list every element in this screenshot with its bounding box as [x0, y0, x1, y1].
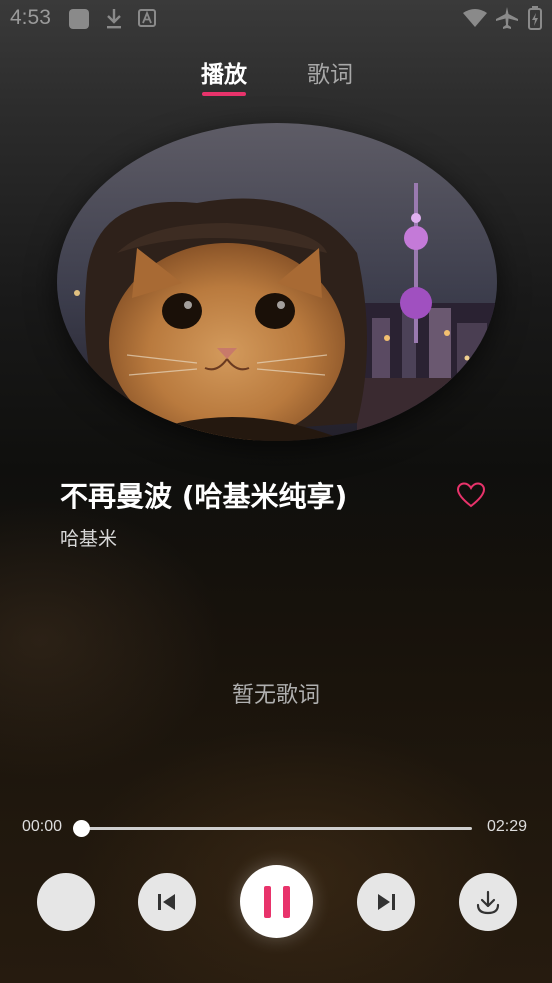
battery-icon: [528, 6, 542, 30]
song-title: 不再曼波 (哈基米纯享): [60, 480, 348, 513]
font-icon: [138, 9, 156, 27]
skip-next-icon: [378, 894, 395, 910]
total-time: 02:29: [487, 818, 528, 835]
pause-icon: [263, 885, 290, 918]
download-icon: [107, 9, 121, 29]
current-time: 00:00: [22, 818, 63, 835]
tab-lyrics[interactable]: 歌词: [307, 55, 353, 89]
player-screen: 4:53 播放 歌词 不再曼波 (哈基米纯享) 哈基米 暂无歌词 00:00 0…: [0, 0, 552, 983]
pause-button[interactable]: [240, 865, 313, 938]
play-mode-button[interactable]: [37, 873, 95, 931]
artist-name[interactable]: 哈基米: [60, 524, 117, 551]
airplane-icon: [496, 7, 518, 29]
progress-bar[interactable]: [81, 827, 472, 830]
album-art-image: [57, 123, 497, 441]
download-icon: [476, 890, 500, 915]
download-button[interactable]: [459, 873, 517, 931]
active-tab-indicator: [202, 92, 246, 96]
app-icon: [69, 9, 89, 29]
album-art: [57, 123, 497, 441]
next-button[interactable]: [357, 873, 415, 931]
progress-thumb[interactable]: [73, 820, 90, 837]
skip-previous-icon: [158, 894, 175, 910]
wifi-icon: [463, 9, 487, 27]
status-bar: 4:53: [0, 0, 552, 38]
tab-play[interactable]: 播放: [201, 55, 247, 89]
heart-icon[interactable]: [456, 481, 486, 509]
status-time: 4:53: [10, 6, 51, 29]
no-lyrics-text: 暂无歌词: [231, 683, 320, 708]
previous-button[interactable]: [138, 873, 196, 931]
